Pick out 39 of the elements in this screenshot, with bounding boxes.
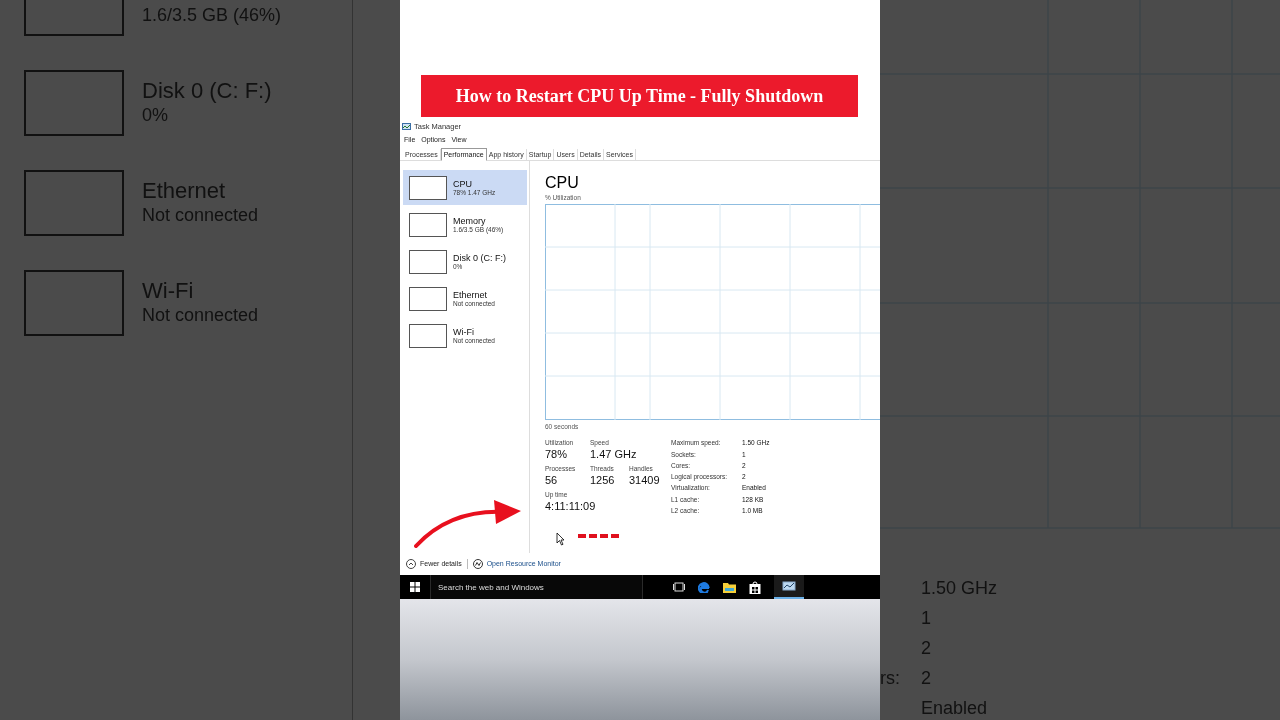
monitor-graph-icon (782, 580, 796, 592)
graph-thumbnail (409, 323, 447, 348)
graph-thumbnail (409, 175, 447, 200)
folder-icon[interactable] (723, 581, 736, 593)
spec-value: 2 (921, 637, 931, 660)
underline-marks (578, 534, 620, 539)
stat-value: 56 (545, 472, 558, 487)
store-icon[interactable] (749, 580, 761, 594)
stat-value: 4:11:11:09 (545, 499, 596, 513)
title-banner: How to Restart CPU Up Time - Fully Shutdown (421, 75, 858, 117)
resource-detail: 1.6/3.5 GB (46%) (142, 4, 282, 26)
panel-title: CPU (545, 174, 580, 192)
spec-label: rs: (880, 667, 900, 690)
chevron-up-icon (406, 559, 416, 569)
spec-value: 1.50 GHz (921, 577, 998, 600)
graph-thumbnail (409, 286, 447, 311)
task-manager-taskbar-button[interactable] (774, 575, 804, 599)
stat-value: 1.47 GHz (590, 447, 637, 461)
spec-value: 2 (921, 667, 931, 690)
graph-thumbnail (409, 212, 447, 237)
browser-icon[interactable] (698, 581, 710, 593)
graph-thumbnail (409, 249, 447, 274)
stat-value: 1256 (590, 472, 615, 487)
resource-detail: Not connected (142, 204, 259, 226)
resource-name: Wi-Fi (142, 278, 195, 304)
resource-detail: Not connected (142, 304, 259, 326)
spec-value: Enabled (921, 697, 988, 720)
search-field[interactable]: Search the web and Windows (430, 575, 643, 599)
resource-monitor-icon (472, 559, 483, 569)
task-view-icon[interactable] (673, 582, 685, 592)
resource-name: Disk 0 (C: F:) (142, 78, 272, 104)
resource-detail: 0% (142, 104, 169, 126)
stat-value: 31409 (629, 472, 660, 487)
mouse-cursor-icon (556, 532, 565, 546)
resource-name: Ethernet (142, 178, 227, 204)
spec-value: 1 (921, 607, 931, 630)
windows-start-icon[interactable] (410, 582, 420, 592)
app-icon (402, 123, 411, 131)
stat-value: 78% (545, 446, 568, 461)
